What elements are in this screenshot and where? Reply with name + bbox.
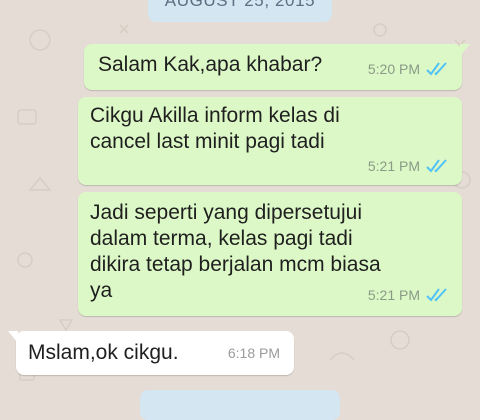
message-text: Mslam,ok cikgu. (28, 341, 179, 364)
message-text: Salam Kak,apa khabar? (98, 53, 323, 76)
outgoing-message[interactable]: Salam Kak,apa khabar? 5:20 PM (84, 44, 470, 90)
message-text-line: dikira tetap berjalan mcm biasa (90, 253, 381, 276)
message-time: 5:21 PM (367, 158, 420, 174)
message-text-line: cancel last minit pagi tadi (90, 130, 325, 153)
outgoing-message[interactable]: Cikgu Akilla inform kelas di cancel last… (78, 97, 462, 185)
message-text-line: Cikgu Akilla inform kelas di (90, 104, 340, 127)
double-check-read-icon (426, 159, 447, 173)
bubble-tail (460, 44, 470, 56)
double-check-read-icon (426, 288, 447, 302)
message-time: 6:18 PM (227, 345, 280, 361)
bubble-tail (8, 331, 18, 343)
incoming-message[interactable]: Mslam,ok cikgu. 6:18 PM (8, 331, 294, 375)
double-check-read-icon (426, 62, 447, 76)
message-text-line: ya (90, 279, 113, 302)
date-divider: AUGUST 25, 2015 (148, 0, 332, 22)
message-time: 5:21 PM (367, 287, 420, 303)
message-time: 5:20 PM (367, 61, 420, 77)
outgoing-message[interactable]: Jadi seperti yang dipersetujui dalam ter… (78, 192, 462, 316)
message-text-line: Jadi seperti yang dipersetujui (90, 201, 362, 224)
next-date-divider (140, 390, 340, 420)
message-text-line: dalam terma, kelas pagi tadi (90, 227, 353, 250)
